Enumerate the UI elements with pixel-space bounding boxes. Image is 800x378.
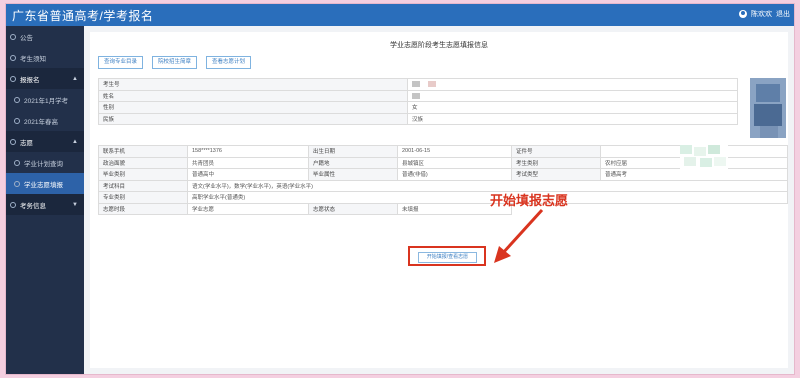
table-row: 考试科目 语文(学业水平)，数学(学业水平)，英语(学业水平) bbox=[98, 179, 788, 192]
sidebar-item-volunteer-fill[interactable]: 学业志愿填报 bbox=[6, 173, 84, 194]
table-label: 毕业属性 bbox=[308, 168, 398, 181]
redacted-mark bbox=[412, 81, 420, 88]
chevron-up-icon: ▲ bbox=[72, 138, 78, 145]
user-name[interactable]: 陈欢欢 bbox=[751, 9, 772, 19]
table-row: 性别 女 bbox=[98, 101, 738, 114]
sidebar-item-label: 2021年1月学考 bbox=[24, 97, 69, 105]
student-photo bbox=[750, 78, 786, 138]
start-fill-volunteer-button[interactable]: 开始填报/查看志愿 bbox=[418, 252, 477, 263]
gear-icon bbox=[14, 180, 20, 187]
table-row: 志愿时段 学业志愿 志愿状态 未填报 bbox=[98, 202, 788, 215]
table-label: 政治面貌 bbox=[98, 156, 188, 169]
sidebar-item-label: 公告 bbox=[20, 34, 33, 42]
table-value: 学业志愿 bbox=[187, 202, 309, 215]
register-icon bbox=[10, 75, 16, 82]
table-label: 专业类别 bbox=[98, 191, 188, 204]
sidebar-item-notice[interactable]: 公告 bbox=[6, 26, 84, 47]
notice-icon bbox=[10, 33, 16, 40]
redacted-mark bbox=[412, 92, 420, 99]
table-row: 专业类别 高职学业水平(普通类) bbox=[98, 191, 788, 204]
table-value: 共青团员 bbox=[187, 156, 309, 169]
table-value bbox=[407, 89, 738, 102]
table-row: 姓名 bbox=[98, 89, 738, 102]
sidebar-group-label: 志愿 bbox=[20, 139, 33, 147]
sidebar-item-plan-query[interactable]: 学业计划查询 bbox=[6, 152, 84, 173]
clock-icon bbox=[14, 96, 20, 103]
main-content: 学业志愿阶段考生志愿填报信息 查询专业目录 院校招生简章 查看志愿计划 考生号 … bbox=[84, 26, 794, 374]
sidebar-item-2021-spring[interactable]: 2021年春高 bbox=[6, 110, 84, 131]
gear-icon bbox=[14, 159, 20, 166]
table-label: 考试类型 bbox=[511, 168, 601, 181]
table-value: 语文(学业水平)，数学(学业水平)，英语(学业水平) bbox=[187, 179, 788, 192]
table-row: 民族 汉族 bbox=[98, 112, 738, 125]
form-title: 学业志愿阶段考生志愿填报信息 bbox=[390, 42, 488, 49]
table-value: 158****1376 bbox=[187, 145, 309, 158]
sidebar-group-registration[interactable]: 报报名 ▲ bbox=[6, 68, 84, 89]
highlight-box: 开始填报/查看志愿 bbox=[408, 246, 486, 266]
table-value: 汉族 bbox=[407, 112, 738, 125]
table-value bbox=[407, 78, 738, 91]
table-label: 联系手机 bbox=[98, 145, 188, 158]
table-value: 女 bbox=[407, 101, 738, 114]
sidebar-item-2021-jan[interactable]: 2021年1月学考 bbox=[6, 89, 84, 110]
info-icon bbox=[10, 54, 16, 61]
sidebar-item-guide[interactable]: 考生须知 bbox=[6, 47, 84, 68]
table-label: 考试科目 bbox=[98, 179, 188, 192]
sidebar-item-label: 学业计划查询 bbox=[24, 160, 63, 168]
table-value: 2001-06-15 bbox=[397, 145, 512, 158]
table-label: 性别 bbox=[98, 101, 408, 114]
user-icon[interactable] bbox=[739, 10, 747, 18]
browser-screen: 广东省普通高考/学考报名 陈欢欢 退出 公告 考生须知 报报名 ▲ 2021年1… bbox=[6, 4, 794, 374]
table-label: 考生类别 bbox=[511, 156, 601, 169]
table-value: 普通高中 bbox=[187, 168, 309, 181]
sidebar: 公告 考生须知 报报名 ▲ 2021年1月学考 2021年春高 志愿 ▲ 学业计… bbox=[6, 26, 84, 374]
top-bar: 广东省普通高考/学考报名 陈欢欢 退出 bbox=[6, 4, 794, 26]
sidebar-group-label: 报报名 bbox=[20, 76, 40, 84]
table-label: 出生日期 bbox=[308, 145, 398, 158]
chevron-down-icon: ▼ bbox=[72, 201, 78, 208]
school-admission-guide-button[interactable]: 院校招生简章 bbox=[152, 56, 198, 69]
table-label: 户籍地 bbox=[308, 156, 398, 169]
sidebar-item-label: 2021年春高 bbox=[24, 118, 58, 126]
sidebar-item-label: 学业志愿填报 bbox=[24, 181, 63, 189]
clock-icon bbox=[14, 117, 20, 124]
table-value: 县城镇区 bbox=[397, 156, 512, 169]
query-major-catalog-button[interactable]: 查询专业目录 bbox=[98, 56, 144, 69]
user-area: 陈欢欢 退出 bbox=[739, 9, 790, 19]
logout-link[interactable]: 退出 bbox=[776, 9, 790, 19]
table-label: 志愿状态 bbox=[308, 202, 398, 215]
table-label: 姓名 bbox=[98, 89, 408, 102]
chevron-up-icon: ▲ bbox=[72, 75, 78, 82]
redacted-mark bbox=[428, 81, 436, 88]
table-value: 普通(非借) bbox=[397, 168, 512, 181]
view-volunteer-plan-button[interactable]: 查看志愿计划 bbox=[206, 56, 252, 69]
table-label: 证件号 bbox=[511, 145, 601, 158]
annotation-label: 开始填报志愿 bbox=[490, 193, 569, 208]
form-panel: 学业志愿阶段考生志愿填报信息 查询专业目录 院校招生简章 查看志愿计划 考生号 … bbox=[90, 32, 788, 368]
table-label: 志愿时段 bbox=[98, 202, 188, 215]
sidebar-group-exam-info[interactable]: 考务信息 ▼ bbox=[6, 194, 84, 215]
basic-info-table: 考生号 姓名 性别 女 民族 汉族 bbox=[98, 78, 738, 125]
app-title: 广东省普通高考/学考报名 bbox=[12, 9, 154, 23]
sidebar-group-volunteer[interactable]: 志愿 ▲ bbox=[6, 131, 84, 152]
table-label: 毕业类别 bbox=[98, 168, 188, 181]
sidebar-item-label: 考生须知 bbox=[20, 55, 46, 63]
exam-icon bbox=[10, 201, 16, 208]
volunteer-icon bbox=[10, 138, 16, 145]
sidebar-group-label: 考务信息 bbox=[20, 202, 46, 210]
table-label: 民族 bbox=[98, 112, 408, 125]
table-value: 高职学业水平(普通类) bbox=[187, 191, 788, 204]
table-label: 考生号 bbox=[98, 78, 408, 91]
table-row: 考生号 bbox=[98, 78, 738, 91]
redacted-id-mosaic bbox=[680, 145, 728, 179]
